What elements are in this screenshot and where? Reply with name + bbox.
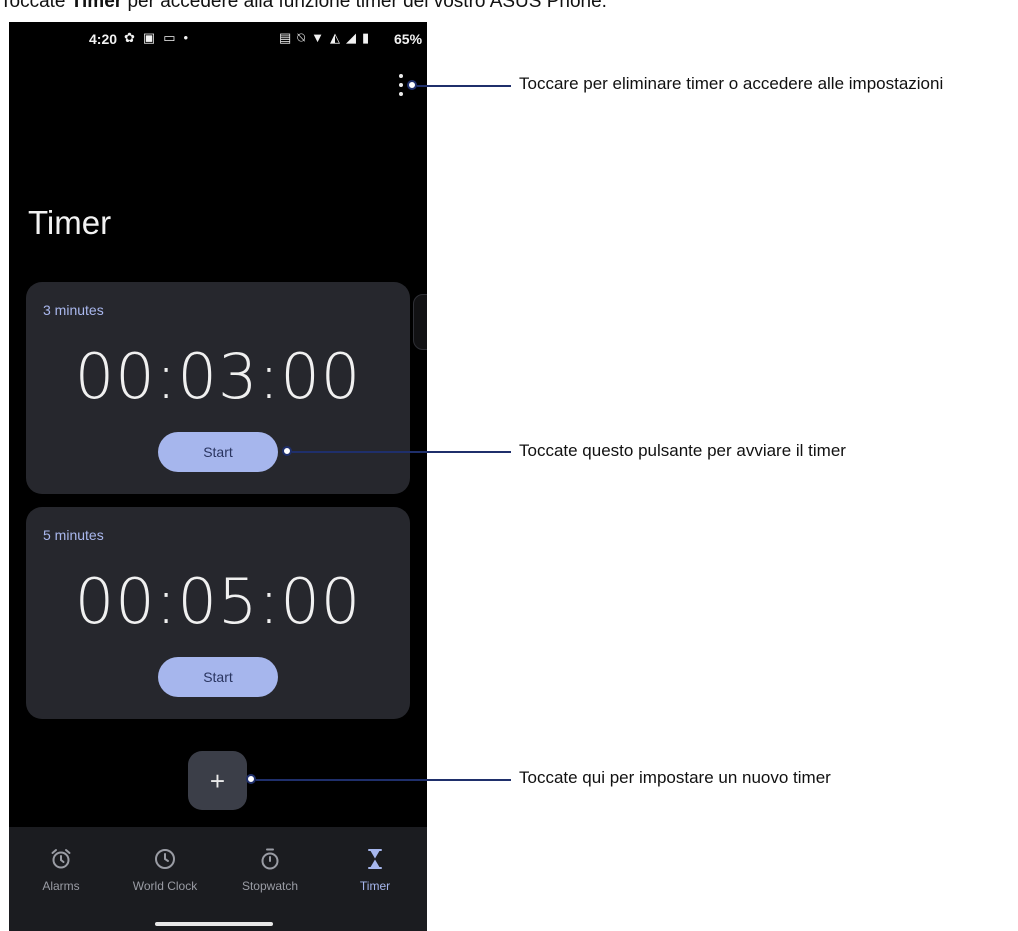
dot-icon: •	[183, 30, 189, 45]
start-button[interactable]: Start	[158, 432, 278, 472]
battery-icon: ▮	[361, 30, 370, 45]
nav-item-alarms[interactable]: Alarms	[9, 827, 113, 917]
callout-dot	[282, 446, 292, 456]
phone-screen: 4:20 ✿ ▣ ▭ • ▤ ⍉ ▼ ◭ ◢ ▮ 65% Timer 3 min…	[9, 22, 427, 931]
volte-icon: ◭	[329, 30, 340, 45]
callout-add-timer: Toccate qui per impostare un nuovo timer	[519, 768, 831, 787]
hourglass-icon	[368, 849, 382, 869]
status-time: 4:20	[89, 31, 118, 47]
image-icon: ▣	[142, 30, 156, 45]
timer-card[interactable]: 3 minutes 00:03:00 Start	[26, 282, 410, 494]
caption-suffix: per accedere alla funzione timer del vos…	[122, 0, 607, 12]
nav-label: Stopwatch	[241, 879, 299, 893]
timer-time: 00:03:00	[74, 340, 362, 413]
status-bar: 4:20 ✿ ▣ ▭ • ▤ ⍉ ▼ ◭ ◢ ▮ 65%	[9, 22, 427, 58]
alarm-icon	[51, 849, 71, 869]
mute-icon: ⍉	[297, 30, 306, 45]
gallery-icon: ▭	[163, 30, 176, 45]
callout-line	[417, 85, 511, 87]
nav-label: World Clock	[132, 879, 198, 893]
signal-icon: ◢	[345, 30, 356, 45]
callout-line	[256, 779, 511, 781]
callout-line	[292, 451, 511, 453]
callout-dot	[246, 774, 256, 784]
gear-icon: ✿	[124, 30, 135, 45]
nav-label: Alarms	[42, 879, 80, 893]
start-button[interactable]: Start	[158, 657, 278, 697]
timer-card[interactable]: 5 minutes 00:05:00 Start	[26, 507, 410, 719]
stopwatch-icon	[261, 848, 279, 870]
home-indicator[interactable]	[155, 922, 273, 926]
auto-icon: ▤	[279, 30, 292, 45]
timer-label: 5 minutes	[43, 527, 104, 543]
clock-icon	[155, 849, 175, 869]
instruction-caption: Toccate Timer per accedere alla funzione…	[0, 0, 607, 13]
callout-more-options: Toccare per eliminare timer o accedere a…	[519, 74, 944, 93]
callout-dot	[407, 80, 417, 90]
nav-item-timer[interactable]: Timer	[323, 827, 427, 917]
wifi-icon: ▼	[311, 30, 324, 45]
caption-bold: Timer	[70, 0, 123, 12]
nav-item-world-clock[interactable]: World Clock	[113, 827, 217, 917]
next-timer-peek[interactable]	[413, 294, 427, 350]
manual-page: Toccate Timer per accedere alla funzione…	[0, 0, 1018, 931]
timer-time: 00:05:00	[74, 565, 362, 638]
bottom-navigation: Alarms World Clock Stopwatch Timer	[9, 827, 427, 931]
status-left-icons: ✿ ▣ ▭ •	[124, 30, 188, 46]
add-timer-button[interactable]: +	[188, 751, 247, 810]
caption-prefix: Toccate	[0, 0, 71, 12]
page-title: Timer	[28, 204, 112, 241]
nav-item-stopwatch[interactable]: Stopwatch	[218, 827, 322, 917]
nav-label: Timer	[359, 879, 391, 893]
plus-icon: +	[209, 765, 226, 796]
battery-percent: 65%	[394, 31, 423, 47]
callout-start: Toccate questo pulsante per avviare il t…	[519, 441, 846, 460]
status-right-icons: ▤ ⍉ ▼ ◭ ◢ ▮	[279, 30, 369, 46]
timer-label: 3 minutes	[43, 302, 104, 318]
